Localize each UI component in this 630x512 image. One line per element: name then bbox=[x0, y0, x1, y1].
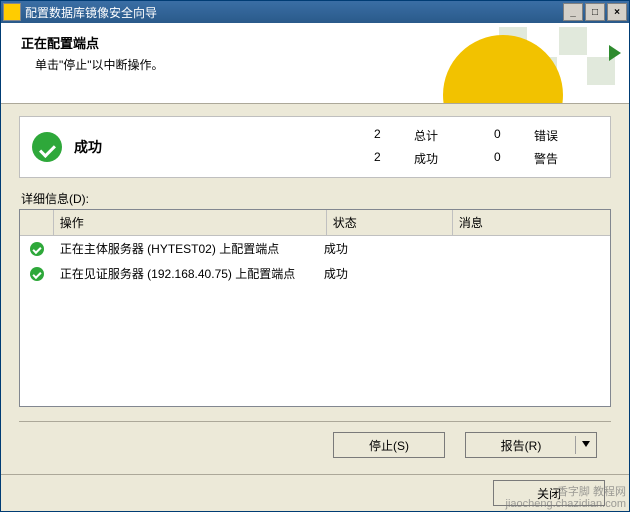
success-icon bbox=[30, 267, 44, 281]
row-message bbox=[447, 248, 604, 250]
warn-value: 0 bbox=[494, 150, 534, 167]
minimize-button[interactable]: _ bbox=[563, 3, 583, 21]
success-label: 成功 bbox=[414, 150, 494, 167]
row-operation: 正在主体服务器 (HYTEST02) 上配置端点 bbox=[56, 239, 320, 258]
play-icon bbox=[609, 45, 621, 61]
row-operation: 正在见证服务器 (192.168.40.75) 上配置端点 bbox=[56, 264, 320, 283]
wizard-button-row: 停止(S) 报告(R) bbox=[19, 421, 611, 468]
row-message bbox=[447, 273, 604, 275]
grid-header: 操作 状态 消息 bbox=[20, 210, 610, 236]
details-grid[interactable]: 操作 状态 消息 正在主体服务器 (HYTEST02) 上配置端点 成功 正在见… bbox=[19, 209, 611, 407]
total-label: 总计 bbox=[414, 127, 494, 144]
row-status: 成功 bbox=[320, 239, 447, 258]
success-value: 2 bbox=[374, 150, 414, 167]
details-label: 详细信息(D): bbox=[21, 190, 609, 207]
warn-label: 警告 bbox=[534, 150, 594, 167]
grid-header-icon[interactable] bbox=[20, 210, 54, 235]
error-value: 0 bbox=[494, 127, 534, 144]
stop-button[interactable]: 停止(S) bbox=[333, 432, 445, 458]
wizard-header: 正在配置端点 单击"停止"以中断操作。 bbox=[1, 23, 629, 104]
maximize-button[interactable]: □ bbox=[585, 3, 605, 21]
window-title: 配置数据库镜像安全向导 bbox=[25, 4, 561, 21]
wizard-body: 成功 2 总计 0 错误 2 成功 0 警告 详细信息(D): 操作 状态 消息 bbox=[1, 104, 629, 474]
app-icon bbox=[3, 3, 21, 21]
report-button[interactable]: 报告(R) bbox=[465, 432, 597, 458]
window-buttons: _ □ × bbox=[561, 3, 627, 21]
success-icon bbox=[32, 132, 62, 162]
table-row[interactable]: 正在见证服务器 (192.168.40.75) 上配置端点 成功 bbox=[20, 261, 610, 286]
summary-panel: 成功 2 总计 0 错误 2 成功 0 警告 bbox=[19, 116, 611, 178]
close-button[interactable]: × bbox=[607, 3, 627, 21]
grid-header-operation[interactable]: 操作 bbox=[54, 210, 327, 235]
watermark: 香字脚 教程网 jiaocheng.chazidian.com bbox=[506, 486, 626, 510]
header-decoration bbox=[483, 23, 623, 83]
row-status: 成功 bbox=[320, 264, 447, 283]
grid-header-message[interactable]: 消息 bbox=[453, 210, 610, 235]
success-icon bbox=[30, 242, 44, 256]
titlebar[interactable]: 配置数据库镜像安全向导 _ □ × bbox=[1, 1, 629, 23]
summary-stats: 2 总计 0 错误 2 成功 0 警告 bbox=[374, 127, 594, 167]
grid-header-status[interactable]: 状态 bbox=[327, 210, 453, 235]
error-label: 错误 bbox=[534, 127, 594, 144]
summary-status: 成功 bbox=[74, 137, 374, 157]
wizard-window: 配置数据库镜像安全向导 _ □ × 正在配置端点 单击"停止"以中断操作。 成功… bbox=[0, 0, 630, 512]
table-row[interactable]: 正在主体服务器 (HYTEST02) 上配置端点 成功 bbox=[20, 236, 610, 261]
total-value: 2 bbox=[374, 127, 414, 144]
